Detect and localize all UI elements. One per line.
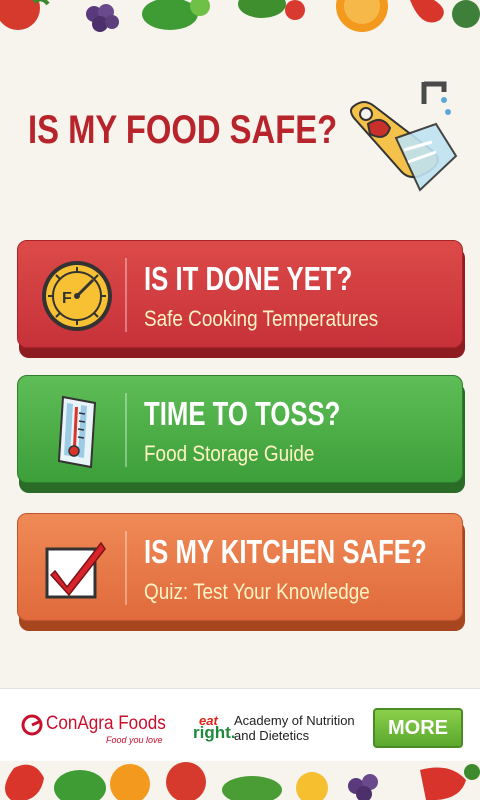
menu-button-is-it-done-yet[interactable]: F IS IT DONE YET? Safe Cooking Temperatu… <box>17 240 465 358</box>
sponsor-footer: ConAgra Foods Food you love eat right. A… <box>0 688 480 761</box>
sponsor-name: ConAgra Foods <box>46 713 166 734</box>
produce-border-top <box>0 0 480 42</box>
card-divider <box>125 258 127 332</box>
menu-button-time-to-toss[interactable]: TIME TO TOSS? Food Storage Guide <box>17 375 465 493</box>
menu-title: IS MY KITCHEN SAFE? <box>144 533 427 570</box>
menu-subtitle: Food Storage Guide <box>144 441 315 466</box>
thermometer-icon <box>39 393 115 469</box>
card-divider <box>125 393 127 467</box>
conagra-logo: ConAgra Foods Food you love <box>20 711 182 745</box>
produce-border-bottom <box>0 758 480 800</box>
menu-subtitle: Quiz: Test Your Knowledge <box>144 579 370 604</box>
checkbox-check-icon <box>39 531 115 607</box>
academy-line-2: and Dietetics <box>234 728 310 743</box>
cutting-board-faucet-icon <box>348 78 460 196</box>
academy-name: Academy of Nutrition and Dietetics <box>234 713 355 743</box>
menu-subtitle: Safe Cooking Temperatures <box>144 306 379 331</box>
menu-button-is-my-kitchen-safe[interactable]: IS MY KITCHEN SAFE? Quiz: Test Your Know… <box>17 513 465 631</box>
sponsor-tagline: Food you love <box>106 735 163 745</box>
menu-title: IS IT DONE YET? <box>144 260 353 297</box>
academy-line-1: Academy of Nutrition <box>234 713 355 728</box>
menu-title: TIME TO TOSS? <box>144 395 341 432</box>
card-divider <box>125 531 127 605</box>
thermometer-dial-icon: F <box>39 258 115 334</box>
more-button[interactable]: MORE <box>373 708 463 748</box>
eatright-mark-bottom: right. <box>193 723 236 742</box>
eatright-logo: eat right. <box>193 713 236 745</box>
conagra-swirl-icon <box>21 714 43 736</box>
svg-text:F: F <box>62 290 72 307</box>
app-title: IS MY FOOD SAFE? <box>28 108 338 152</box>
